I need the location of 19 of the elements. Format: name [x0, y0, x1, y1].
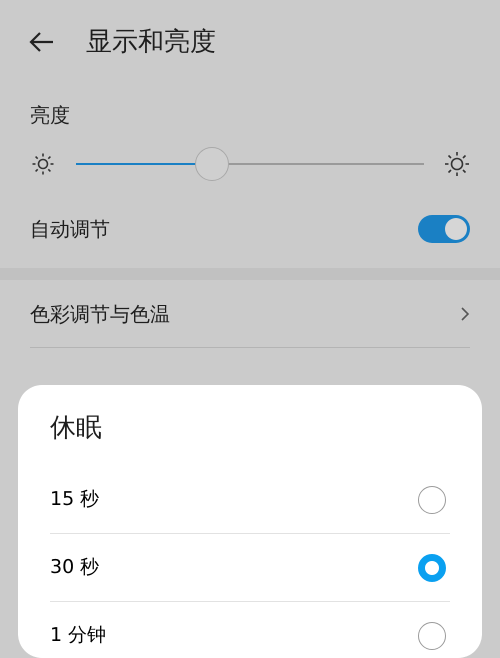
dialog-title: 休眠: [50, 412, 103, 445]
brightness-slider[interactable]: [76, 146, 424, 182]
bright-sun-icon: [444, 151, 470, 177]
sleep-option[interactable]: 15 秒: [50, 466, 450, 534]
radio-button[interactable]: [418, 554, 446, 582]
sleep-option[interactable]: 30 秒: [50, 534, 450, 602]
sleep-option[interactable]: 1 分钟: [50, 602, 450, 658]
auto-adjust-label: 自动调节: [30, 216, 110, 243]
back-arrow-icon[interactable]: [28, 31, 54, 53]
page-title: 显示和亮度: [86, 26, 216, 58]
auto-adjust-toggle[interactable]: [418, 215, 470, 243]
dim-sun-icon: [30, 151, 56, 177]
setting-label: 色彩调节与色温: [30, 300, 170, 328]
brightness-label: 亮度: [30, 102, 71, 129]
chevron-icon: [460, 306, 470, 322]
radio-button[interactable]: [418, 622, 446, 650]
radio-button[interactable]: [418, 486, 446, 514]
settings-row[interactable]: 色彩调节与色温: [30, 280, 470, 348]
slider-thumb[interactable]: [194, 147, 229, 181]
